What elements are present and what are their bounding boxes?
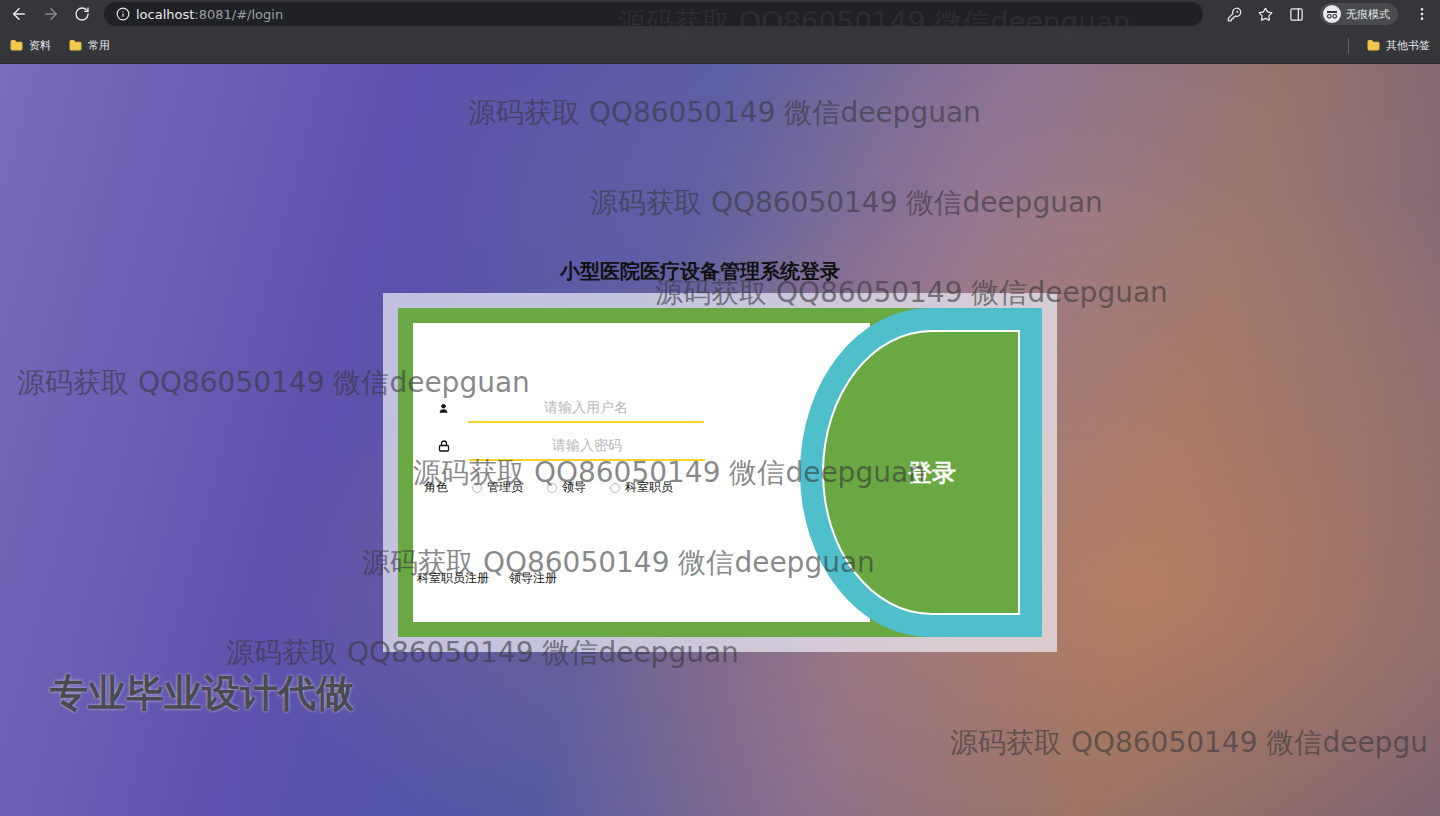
radio-dot[interactable] xyxy=(547,483,557,493)
watermark: 源码获取 QQ86050149 微信deepguan xyxy=(618,4,1131,42)
folder-icon xyxy=(1367,39,1380,52)
info-icon[interactable] xyxy=(116,7,130,21)
url-text: localhost:8081/#/login xyxy=(136,7,283,22)
role-radio[interactable]: 科室职员 xyxy=(610,479,673,496)
address-bar[interactable]: localhost:8081/#/login xyxy=(104,2,1203,26)
back-arrow-icon[interactable] xyxy=(10,5,28,23)
role-radio[interactable]: 领导 xyxy=(547,479,586,496)
bookmarks-bar: 资料 常用 其他书签 xyxy=(0,28,1440,64)
key-icon[interactable] xyxy=(1227,7,1242,22)
watermark: 源码获取 QQ86050149 微信deepgu xyxy=(950,724,1428,762)
separator xyxy=(1348,38,1349,54)
lock-icon xyxy=(438,440,450,452)
role-label: 角色 xyxy=(424,479,448,496)
forward-arrow-icon[interactable] xyxy=(42,5,60,23)
browser-window: localhost:8081/#/login 无痕模式资料 常用 其他书签小型医院医疗… xyxy=(0,0,1440,816)
folder-icon xyxy=(69,39,82,52)
register-links: 科室职员注册 领导注册 xyxy=(417,570,870,587)
watermark: 源码获取 QQ86050149 微信deepguan xyxy=(590,184,1103,222)
reload-icon[interactable] xyxy=(74,6,90,22)
watermark: 源码获取 QQ86050149 微信deepguan xyxy=(655,274,1168,312)
address-toolbar: localhost:8081/#/login 无痕模式 xyxy=(0,0,1440,28)
folder-icon xyxy=(10,39,23,52)
username-input[interactable] xyxy=(468,393,704,423)
watermark: 源码获取 QQ86050149 微信deepguan xyxy=(226,634,739,672)
register-link[interactable]: 领导注册 xyxy=(509,570,557,587)
ad-banner: 专业毕业设计代做 xyxy=(50,668,354,719)
bookmark-folder[interactable]: 常用 xyxy=(69,38,110,53)
watermark: 源码获取 QQ86050149 微信deepguan xyxy=(468,94,981,132)
incognito-icon xyxy=(1323,5,1341,23)
bookmark-folder[interactable]: 资料 xyxy=(10,38,51,53)
login-button-frame: 登录 xyxy=(800,308,1042,637)
password-input[interactable] xyxy=(469,431,705,461)
watermark: 源码获取 QQ86050149 微信deepguan xyxy=(17,364,530,402)
page-title: 小型医院医疗设备管理系统登录 xyxy=(560,258,880,284)
menu-dots-icon[interactable] xyxy=(1414,6,1430,22)
username-row xyxy=(424,389,870,427)
login-button[interactable]: 登录 xyxy=(822,330,1020,615)
radio-dot[interactable] xyxy=(472,483,482,493)
radio-dot[interactable] xyxy=(610,483,620,493)
login-card: 角色 管理员 领导 科室职员科室职员注册 领导注册 登录 xyxy=(383,293,1057,652)
star-icon[interactable] xyxy=(1258,7,1273,22)
other-bookmarks[interactable]: 其他书签 xyxy=(1367,38,1430,53)
profile-button[interactable]: 无痕模式 xyxy=(1320,3,1398,25)
side-panel-icon[interactable] xyxy=(1289,7,1304,22)
login-card-inner: 角色 管理员 领导 科室职员科室职员注册 领导注册 登录 xyxy=(398,308,1042,637)
watermark: 源码获取 QQ86050149 微信deepguan xyxy=(362,544,875,582)
user-icon xyxy=(438,403,449,414)
role-radio[interactable]: 管理员 xyxy=(472,479,523,496)
register-link[interactable]: 科室职员注册 xyxy=(417,570,489,587)
